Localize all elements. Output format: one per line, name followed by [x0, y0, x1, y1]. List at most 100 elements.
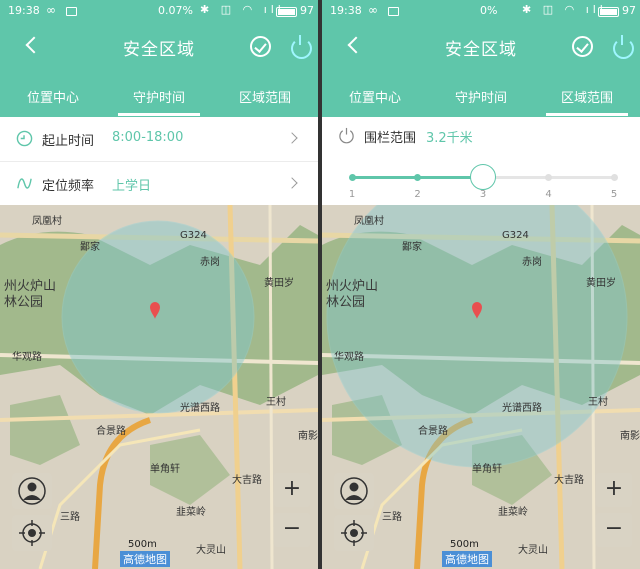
avatar-button[interactable]: [12, 473, 52, 509]
slider-step-dot[interactable]: [414, 174, 421, 181]
zoom-in-button[interactable]: +: [596, 473, 632, 507]
map-label: 合景路: [418, 426, 448, 437]
map-label: G324: [502, 230, 529, 241]
map-label: 大灵山: [518, 545, 548, 556]
title-bar: 安全区域: [0, 30, 318, 64]
map-view[interactable]: 州火炉山 林公园 华观路 光谱西路 合景路 单角轩 大吉路 韭菜岭 大灵山 三路…: [322, 205, 640, 569]
slider-step-dot[interactable]: [545, 174, 552, 181]
slider-step-dot[interactable]: [348, 174, 356, 181]
slider-tick-label: 1: [348, 189, 356, 200]
minus-icon: −: [604, 516, 624, 541]
zoom-out-button[interactable]: −: [274, 513, 310, 547]
infinity-icon: ∞: [368, 3, 378, 17]
map-brand-logo: 高德地图: [120, 551, 170, 567]
app-header: 19:38 ∞ 0.07% ✱ ◫ ◠ ıll 97 安全区域 位置中心 守护时…: [0, 0, 318, 117]
minus-icon: −: [282, 516, 302, 541]
frequency-value: 上学日: [112, 179, 152, 194]
map-label: 赤岗: [522, 257, 542, 268]
map-label: 大吉路: [232, 475, 262, 486]
map-label: 王村: [588, 397, 608, 408]
map-label: 王村: [266, 397, 286, 408]
battery-level: 97: [300, 4, 314, 17]
tab-bar: 位置中心 守护时间 区域范围: [0, 78, 318, 116]
tab-area-range[interactable]: 区域范围: [212, 78, 318, 116]
status-time: 19:38: [8, 4, 40, 17]
map-label: 大吉路: [554, 475, 584, 486]
infinity-icon: ∞: [46, 3, 56, 17]
status-bar: 19:38 ∞ 0% ✱ ◫ ◠ ıll 97: [322, 3, 640, 21]
locate-button[interactable]: [334, 515, 374, 551]
map-label: 南影: [298, 431, 318, 442]
confirm-icon[interactable]: [250, 36, 271, 57]
left-screen: 19:38 ∞ 0.07% ✱ ◫ ◠ ıll 97 安全区域 位置中心 守护时…: [0, 0, 318, 569]
map-label: 林公园: [326, 295, 366, 310]
power-outline-icon: [339, 127, 354, 144]
map-scale: 500m: [450, 539, 479, 550]
guard-settings: 起止时间 8:00-18:00 定位频率 上学日: [0, 117, 318, 205]
power-icon[interactable]: [289, 35, 312, 59]
map-label: 南影: [620, 431, 640, 442]
clock-icon: [16, 130, 33, 147]
slider-step-dot[interactable]: [610, 174, 618, 181]
map-label: 鄙家: [80, 242, 100, 253]
status-bar: 19:38 ∞ 0.07% ✱ ◫ ◠ ıll 97: [0, 3, 318, 21]
map-label: 林公园: [4, 295, 44, 310]
zoom-out-button[interactable]: −: [596, 513, 632, 547]
avatar-button[interactable]: [334, 473, 374, 509]
tab-location-center[interactable]: 位置中心: [0, 78, 106, 116]
power-icon[interactable]: [611, 35, 634, 59]
image-icon: [66, 7, 77, 16]
map-view[interactable]: 州火炉山 林公园 华观路 光谱西路 合景路 单角轩 大吉路 韭菜岭 大灵山 三路…: [0, 205, 318, 569]
battery-icon: [276, 7, 297, 17]
map-label: 单角轩: [472, 464, 502, 475]
chevron-right-icon[interactable]: [286, 177, 298, 189]
frequency-row[interactable]: 定位频率 上学日: [0, 161, 318, 205]
map-label: 凤凰村: [32, 216, 62, 227]
plus-icon: +: [604, 476, 624, 501]
tab-location-center[interactable]: 位置中心: [322, 78, 428, 116]
fence-range-label: 围栏范围: [364, 131, 417, 146]
crosshair-icon: [341, 520, 367, 546]
tab-bar: 位置中心 守护时间 区域范围: [322, 78, 640, 116]
tab-guard-time[interactable]: 守护时间: [428, 78, 534, 116]
map-label: 黄田岁: [264, 278, 294, 289]
map-label: 大灵山: [196, 545, 226, 556]
map-label: 凤凰村: [354, 216, 384, 227]
zoom-in-button[interactable]: +: [274, 473, 310, 507]
battery-icon: [598, 7, 619, 17]
tab-area-range[interactable]: 区域范围: [534, 78, 640, 116]
map-label: 三路: [60, 512, 80, 523]
person-icon: [18, 477, 46, 505]
fence-range-panel: 围栏范围 3.2千米 1 2 3 4 5: [322, 117, 640, 205]
title-bar: 安全区域: [322, 30, 640, 64]
slider-tick-label: 5: [610, 189, 618, 200]
map-scale: 500m: [128, 539, 157, 550]
range-slider[interactable]: 1 2 3 4 5: [322, 163, 640, 203]
time-range-label: 起止时间: [42, 134, 95, 149]
plus-icon: +: [282, 476, 302, 501]
map-label: 三路: [382, 512, 402, 523]
map-label: 鄙家: [402, 242, 422, 253]
confirm-icon[interactable]: [572, 36, 593, 57]
slider-tick-label: 4: [545, 189, 552, 200]
app-header: 19:38 ∞ 0% ✱ ◫ ◠ ıll 97 安全区域 位置中心 守护时间 区…: [322, 0, 640, 117]
map-label: G324: [180, 230, 207, 241]
signal-icons: ✱ ◫ ◠ ıll: [200, 3, 285, 16]
locate-button[interactable]: [12, 515, 52, 551]
map-label: 韭菜岭: [498, 507, 528, 518]
wave-icon: [17, 178, 32, 189]
time-range-row[interactable]: 起止时间 8:00-18:00: [0, 117, 318, 161]
fence-range-value: 3.2千米: [426, 131, 473, 146]
map-label: 赤岗: [200, 257, 220, 268]
map-label: 韭菜岭: [176, 507, 206, 518]
tab-guard-time[interactable]: 守护时间: [106, 78, 212, 116]
frequency-label: 定位频率: [42, 179, 95, 194]
chevron-right-icon[interactable]: [286, 132, 298, 144]
map-label: 单角轩: [150, 464, 180, 475]
image-icon: [388, 7, 399, 16]
map-label: 合景路: [96, 426, 126, 437]
slider-knob[interactable]: [470, 164, 496, 190]
status-time: 19:38: [330, 4, 362, 17]
map-label: 光谱西路: [502, 403, 542, 414]
map-label: 黄田岁: [586, 278, 616, 289]
